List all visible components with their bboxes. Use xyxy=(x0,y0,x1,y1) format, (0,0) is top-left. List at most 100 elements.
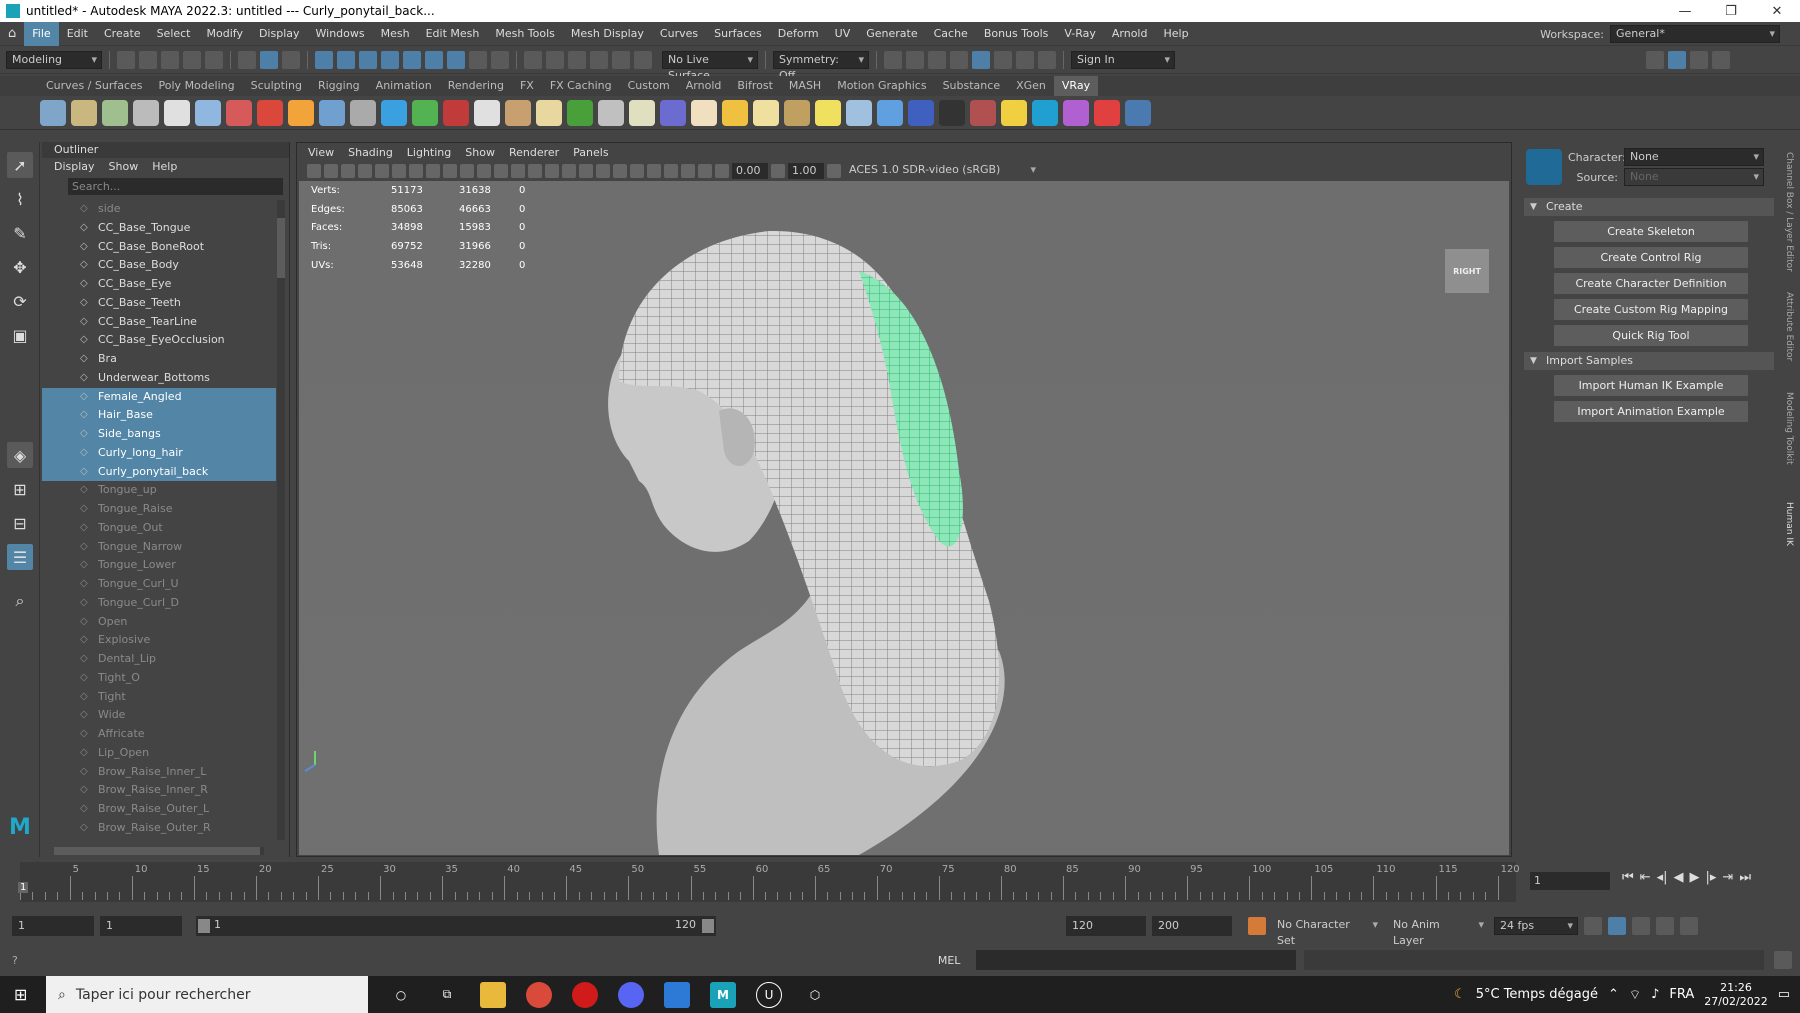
toggle-attribute-editor-icon[interactable] xyxy=(1668,50,1686,69)
outliner-menu-help[interactable]: Help xyxy=(152,158,177,176)
outliner-item[interactable]: CC_Base_Teeth xyxy=(42,294,276,313)
highlight-icon[interactable] xyxy=(491,50,509,69)
step-forward-frame-icon[interactable]: |▸ xyxy=(1706,870,1717,885)
select-by-curve-icon[interactable] xyxy=(359,50,377,69)
outliner-item[interactable]: CC_Base_Tongue xyxy=(42,219,276,238)
shelf-tab[interactable]: Substance xyxy=(935,76,1009,96)
outliner-item[interactable]: Underwear_Bottoms xyxy=(42,369,276,388)
menu-curves[interactable]: Curves xyxy=(652,22,706,46)
maximize-button[interactable]: ❐ xyxy=(1708,0,1754,22)
notification-icon[interactable]: ▭ xyxy=(1778,987,1790,1002)
shelf-tool-icon[interactable] xyxy=(133,99,159,126)
camera-attributes-icon[interactable] xyxy=(324,164,338,178)
play-backward-icon[interactable]: ◀ xyxy=(1674,870,1684,885)
home-icon[interactable]: ⌂ xyxy=(0,22,24,46)
outliner-item[interactable]: Tight xyxy=(42,688,276,707)
unreal-icon[interactable]: U xyxy=(756,981,782,1008)
anim-start-field[interactable]: 1 xyxy=(12,916,94,936)
shelf-tool-icon[interactable] xyxy=(1094,99,1120,126)
character-dropdown[interactable]: None xyxy=(1624,148,1764,166)
weather-text[interactable]: 5°C Temps dégagé xyxy=(1476,987,1598,1002)
menu-mesh[interactable]: Mesh xyxy=(373,22,418,46)
resolution-gate-icon[interactable] xyxy=(409,164,423,178)
outliner-item[interactable]: Tongue_Raise xyxy=(42,500,276,519)
shelf-tab[interactable]: Rigging xyxy=(310,76,368,96)
menu-vray[interactable]: V-Ray xyxy=(1056,22,1104,46)
gamma-icon[interactable] xyxy=(771,164,785,178)
live-surface-field[interactable]: No Live Surface xyxy=(662,50,758,82)
vp-menu-view[interactable]: View xyxy=(301,146,341,159)
network-icon[interactable]: ⌔ xyxy=(1629,987,1641,1003)
menu-uv[interactable]: UV xyxy=(827,22,859,46)
play-forward-icon[interactable]: ▶ xyxy=(1690,870,1700,885)
select-object-icon[interactable] xyxy=(260,50,278,69)
shelf-tool-icon[interactable] xyxy=(908,99,934,126)
menu-surfaces[interactable]: Surfaces xyxy=(706,22,770,46)
scrollbar-thumb[interactable] xyxy=(277,218,285,278)
create-skeleton-button[interactable]: Create Skeleton xyxy=(1554,221,1748,242)
snap-grid-icon[interactable] xyxy=(524,50,542,69)
xray-icon[interactable] xyxy=(681,164,695,178)
select-by-render-icon[interactable] xyxy=(447,50,465,69)
shelf-tab[interactable]: Curves / Surfaces xyxy=(38,76,151,96)
vp-menu-shading[interactable]: Shading xyxy=(341,146,400,159)
playback-start-field[interactable]: 1 xyxy=(100,916,182,936)
side-tab-modeling-toolkit[interactable]: Modeling Toolkit xyxy=(1784,392,1794,465)
command-language-label[interactable]: MEL xyxy=(938,954,961,967)
shelf-tool-icon[interactable] xyxy=(1125,99,1151,126)
fps-dropdown[interactable]: 24 fps xyxy=(1494,917,1578,935)
menu-create[interactable]: Create xyxy=(96,22,149,46)
shelf-tool-icon[interactable] xyxy=(846,99,872,126)
shelf-tool-icon[interactable] xyxy=(1063,99,1089,126)
import-human-ik-example-button[interactable]: Import Human IK Example xyxy=(1554,375,1748,396)
range-start-handle[interactable] xyxy=(198,919,210,933)
import-animation-example-button[interactable]: Import Animation Example xyxy=(1554,401,1748,422)
toggle-channel-box-icon[interactable] xyxy=(1712,50,1730,69)
outliner-menu-display[interactable]: Display xyxy=(54,158,95,176)
open-scene-icon[interactable] xyxy=(139,50,157,69)
shelf-tool-icon[interactable] xyxy=(319,99,345,126)
outliner-item[interactable]: Tongue_Lower xyxy=(42,556,276,575)
vp-menu-panels[interactable]: Panels xyxy=(566,146,615,159)
select-by-handle-icon[interactable] xyxy=(315,50,333,69)
outliner-item[interactable]: Tongue_Out xyxy=(42,519,276,538)
outliner-item[interactable]: CC_Base_BoneRoot xyxy=(42,238,276,257)
outliner-item[interactable]: Bra xyxy=(42,350,276,369)
outliner-item[interactable]: Tongue_Curl_D xyxy=(42,594,276,613)
single-view-icon[interactable]: ◈ xyxy=(7,442,33,468)
anim-layer-dropdown[interactable]: No Anim Layer xyxy=(1388,917,1488,947)
range-slider[interactable]: 1 120 xyxy=(196,916,716,936)
shelf-tool-icon[interactable] xyxy=(288,99,314,126)
snap-center-icon[interactable] xyxy=(634,50,652,69)
grid-icon[interactable] xyxy=(375,164,389,178)
menu-cache[interactable]: Cache xyxy=(926,22,976,46)
shelf-tab[interactable]: FX xyxy=(512,76,542,96)
isolate-select-icon[interactable] xyxy=(664,164,678,178)
side-tab-human-ik[interactable]: Human IK xyxy=(1784,502,1794,546)
toggle-tool-settings-icon[interactable] xyxy=(1690,50,1708,69)
shelf-tool-icon[interactable] xyxy=(753,99,779,126)
outliner-item[interactable]: CC_Base_Body xyxy=(42,256,276,275)
smooth-shade-icon[interactable] xyxy=(511,164,525,178)
wireframe-on-shaded-icon[interactable] xyxy=(545,164,559,178)
time-ruler[interactable]: 5 10 15 20 25 30 35 40 45 50 55 60 65 70 75 80 85 90 95 100… xyxy=(18,862,1520,902)
select-component-icon[interactable] xyxy=(282,50,300,69)
photos-icon[interactable] xyxy=(664,981,690,1008)
shelf-tool-icon[interactable] xyxy=(815,99,841,126)
menu-display[interactable]: Display xyxy=(251,22,308,46)
source-dropdown[interactable]: None xyxy=(1624,168,1764,186)
settings-icon[interactable] xyxy=(1680,917,1698,935)
box-app-icon[interactable]: ⬡ xyxy=(802,982,828,1008)
redo-icon[interactable] xyxy=(205,50,223,69)
shelf-tool-icon[interactable] xyxy=(71,99,97,126)
anim-end-field[interactable]: 200 xyxy=(1152,916,1232,936)
motion-blur-icon[interactable] xyxy=(630,164,644,178)
create-section-header[interactable]: Create xyxy=(1524,198,1774,216)
toggle-modeling-toolkit-icon[interactable] xyxy=(1646,50,1664,69)
close-button[interactable]: ✕ xyxy=(1754,0,1800,22)
pause-icon[interactable] xyxy=(1038,50,1056,69)
shelf-tool-icon[interactable] xyxy=(691,99,717,126)
menu-windows[interactable]: Windows xyxy=(308,22,373,46)
menu-select[interactable]: Select xyxy=(149,22,199,46)
sign-in-dropdown[interactable]: Sign In xyxy=(1071,50,1175,69)
